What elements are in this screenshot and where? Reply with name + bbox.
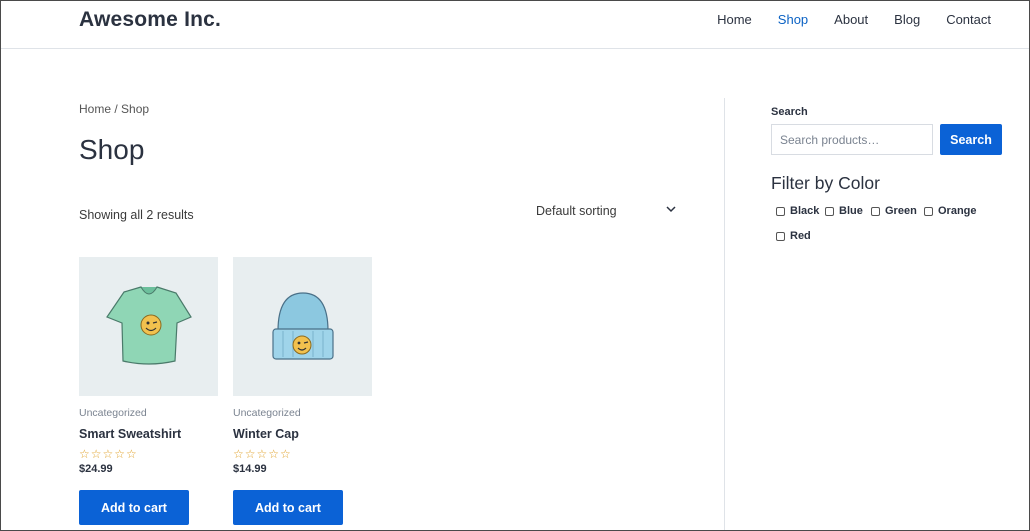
site-logo[interactable]: Awesome Inc. (79, 8, 221, 32)
search-label: Search (771, 106, 808, 118)
color-filter-green[interactable]: Green (871, 205, 917, 217)
filter-title: Filter by Color (771, 173, 880, 193)
search-button[interactable]: Search (940, 124, 1002, 155)
add-to-cart-button[interactable]: Add to cart (233, 490, 343, 525)
product-card: Uncategorized Smart Sweatshirt ☆☆☆☆☆ $24… (79, 257, 218, 525)
beanie-icon (272, 292, 334, 360)
add-to-cart-button[interactable]: Add to cart (79, 490, 189, 525)
product-category[interactable]: Uncategorized (79, 407, 218, 419)
checkbox[interactable] (776, 206, 785, 216)
nav-blog[interactable]: Blog (894, 12, 920, 27)
product-image-cap[interactable] (233, 257, 372, 396)
checkbox[interactable] (825, 206, 834, 216)
tshirt-icon (106, 286, 192, 365)
checkbox[interactable] (776, 231, 785, 241)
product-name[interactable]: Winter Cap (233, 427, 372, 441)
nav-about[interactable]: About (834, 12, 868, 27)
main-nav: Home Shop About Blog Contact (691, 12, 991, 27)
nav-shop[interactable]: Shop (778, 12, 808, 27)
site-header: Awesome Inc. Home Shop About Blog Contac… (1, 1, 1029, 49)
sorting-select[interactable]: Default sorting (536, 204, 679, 222)
chevron-down-icon (665, 203, 677, 218)
color-label: Blue (839, 205, 863, 217)
color-label: Green (885, 205, 917, 217)
color-label: Black (790, 205, 820, 217)
color-filter-black[interactable]: Black (776, 205, 819, 217)
product-name[interactable]: Smart Sweatshirt (79, 427, 218, 441)
product-image-sweatshirt[interactable] (79, 257, 218, 396)
color-filter-orange[interactable]: Orange (924, 205, 977, 217)
color-label: Orange (938, 205, 977, 217)
page-frame: Awesome Inc. Home Shop About Blog Contac… (0, 0, 1030, 531)
color-label: Red (790, 230, 811, 242)
results-count: Showing all 2 results (79, 208, 194, 222)
breadcrumb[interactable]: Home / Shop (79, 102, 149, 116)
star-rating-icon: ☆☆☆☆☆ (233, 447, 292, 461)
checkbox[interactable] (871, 206, 880, 216)
color-filter-blue[interactable]: Blue (825, 205, 863, 217)
product-price: $24.99 (79, 463, 113, 475)
star-rating-icon: ☆☆☆☆☆ (79, 447, 138, 461)
color-filter-red[interactable]: Red (776, 230, 811, 242)
sorting-value: Default sorting (536, 204, 617, 218)
sidebar-divider (724, 98, 725, 530)
search-input[interactable]: Search products… (771, 124, 933, 155)
product-price: $14.99 (233, 463, 267, 475)
checkbox[interactable] (924, 206, 933, 216)
nav-home[interactable]: Home (717, 12, 752, 27)
product-card: Uncategorized Winter Cap ☆☆☆☆☆ $14.99 Ad… (233, 257, 372, 525)
page-title: Shop (79, 134, 145, 165)
product-category[interactable]: Uncategorized (233, 407, 372, 419)
nav-contact[interactable]: Contact (946, 12, 991, 27)
